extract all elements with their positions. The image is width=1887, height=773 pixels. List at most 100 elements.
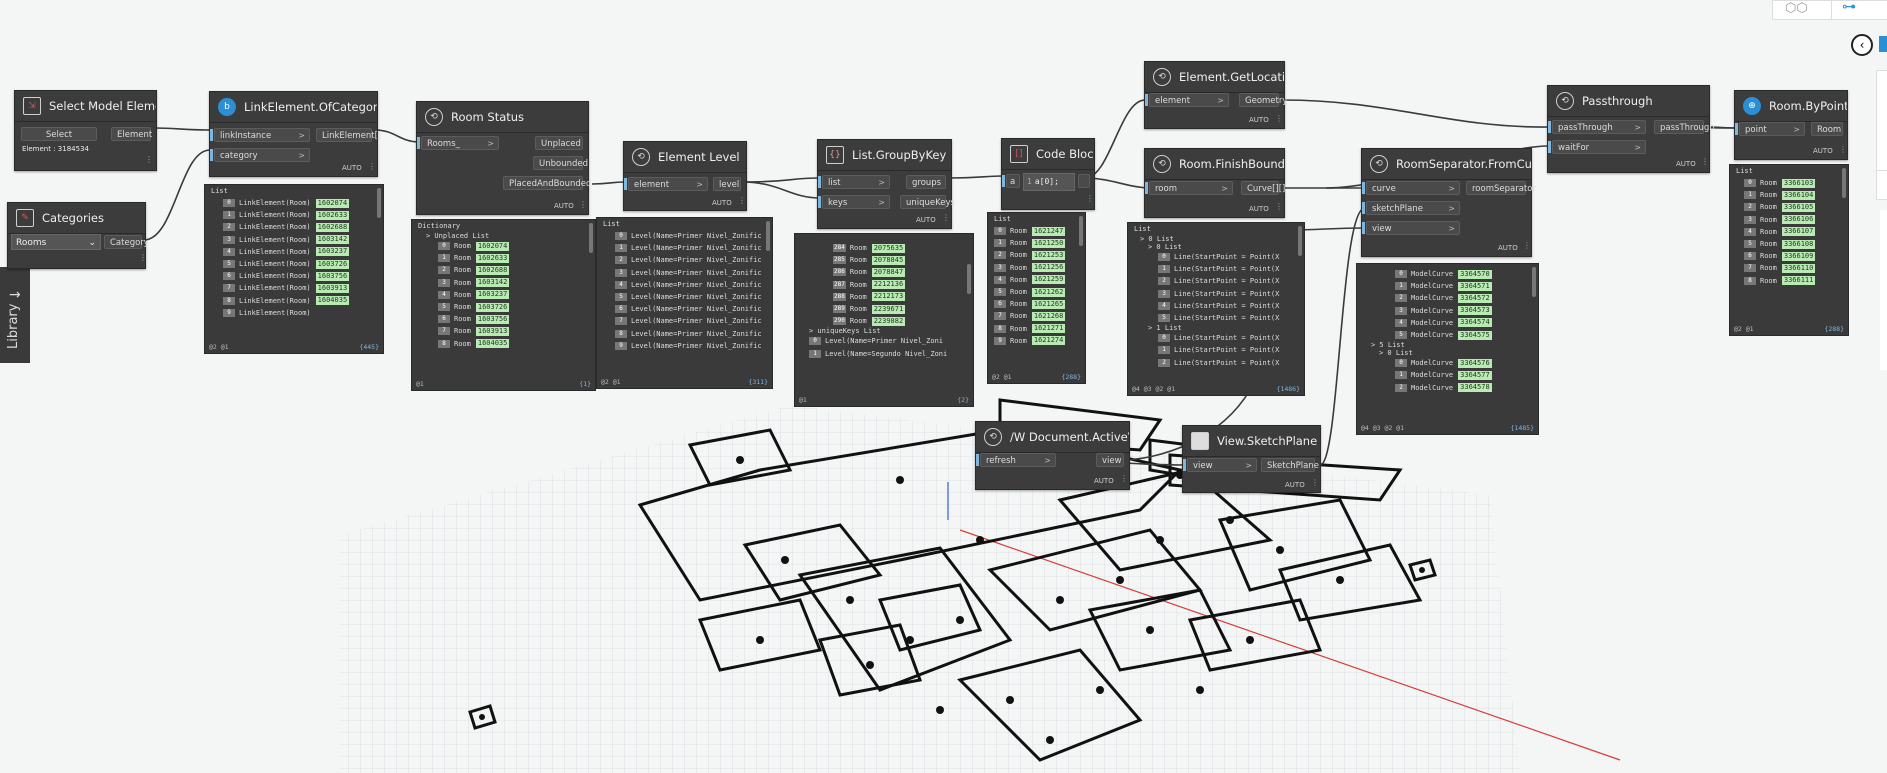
- output-linkelement[interactable]: LinkElement[]: [316, 128, 381, 142]
- element-id-value[interactable]: 1603756: [475, 314, 510, 324]
- input-waitfor[interactable]: waitFor >: [1552, 140, 1646, 154]
- node-categories[interactable]: ✎ Categories Rooms ⌄ Category ⋮: [7, 202, 149, 269]
- element-id-value[interactable]: 1621256: [1031, 263, 1066, 273]
- preview-code-block[interactable]: List 0 Room 1621247 1 Room 1621250 2 Room 162125…: [987, 212, 1086, 384]
- node-menu-icon[interactable]: ⋮: [368, 162, 376, 171]
- element-id-value[interactable]: 1621253: [1031, 250, 1066, 260]
- node-menu-icon[interactable]: ⋮: [1086, 194, 1094, 203]
- node-view-sketchplane[interactable]: View.SketchPlane view > SketchPlane AUTO …: [1182, 425, 1321, 493]
- element-id-value[interactable]: 3364578: [1458, 383, 1492, 393]
- input-passthrough[interactable]: passThrough >: [1552, 120, 1646, 134]
- node-menu-icon[interactable]: ⋮: [942, 213, 950, 222]
- input-point[interactable]: point >: [1739, 122, 1805, 136]
- view-toggle-3d-button[interactable]: ⬡⬡: [1772, 0, 1832, 20]
- element-id-value[interactable]: 1621259: [1031, 275, 1066, 285]
- element-id-value[interactable]: 3364576: [1458, 358, 1492, 368]
- element-id-value[interactable]: 1621247: [1031, 226, 1066, 236]
- fit-view-button[interactable]: [1876, 170, 1887, 200]
- output-level[interactable]: level: [713, 177, 741, 191]
- node-room-status[interactable]: ⟲ Room Status Rooms_ > Unplaced Unbounded …: [416, 101, 591, 215]
- preview-element-level[interactable]: List 0 Level(Name=Primer Nivel_Zonific 1 Le…: [596, 217, 773, 389]
- element-id-value[interactable]: 1603913: [475, 326, 510, 336]
- input-element[interactable]: element >: [628, 177, 708, 191]
- node-document-activeview[interactable]: ⟲ /W Document.ActiveView refresh> view AU…: [975, 421, 1130, 490]
- dynamo-canvas[interactable]: Library → ⬡⬡ ⊶ ‹ ⇲ Select Model Element S…: [0, 0, 1887, 773]
- back-chevron-button[interactable]: ‹: [1851, 34, 1873, 56]
- element-id-value[interactable]: 2075635: [871, 243, 906, 253]
- node-menu-icon[interactable]: ⋮: [738, 196, 746, 205]
- input-view[interactable]: view >: [1187, 458, 1257, 472]
- element-id-value[interactable]: 3366103: [1781, 178, 1816, 188]
- preview-room-status[interactable]: Dictionary > Unplaced List 0 Room 1602074 1…: [411, 219, 596, 391]
- element-id-value[interactable]: 2239882: [871, 316, 906, 326]
- node-menu-icon[interactable]: ⋮: [1275, 114, 1283, 123]
- output-groups[interactable]: groups: [906, 175, 946, 189]
- preview-room-bypoint[interactable]: List 0 Room 3366103 1 Room 3366104 2 Room 336610…: [1729, 164, 1849, 336]
- preview-finishboundary[interactable]: List > 0 List > 0 List 0 Line(StartPoint …: [1127, 222, 1305, 396]
- element-id-value[interactable]: 3364577: [1458, 370, 1492, 380]
- element-id-value[interactable]: 3364574: [1458, 318, 1492, 328]
- element-id-value[interactable]: 2078845: [871, 255, 906, 265]
- output-unbounded[interactable]: Unbounded: [533, 156, 588, 170]
- category-dropdown[interactable]: Rooms ⌄: [11, 234, 101, 250]
- input-rooms[interactable]: Rooms_ >: [421, 136, 499, 150]
- node-menu-icon[interactable]: ⋮: [1701, 157, 1709, 166]
- library-panel-tab[interactable]: Library →: [0, 267, 30, 363]
- output-sketchplane[interactable]: SketchPlane: [1261, 458, 1319, 472]
- element-id-value[interactable]: 1603142: [315, 235, 350, 245]
- output-geometry[interactable]: Geometry: [1239, 93, 1287, 107]
- element-id-value[interactable]: 3364573: [1458, 306, 1492, 316]
- view-toggle-graph-button[interactable]: ⊶: [1831, 0, 1887, 20]
- element-id-value[interactable]: 1603726: [315, 259, 350, 269]
- output-element[interactable]: Element: [111, 127, 152, 141]
- node-menu-icon[interactable]: ⋮: [579, 200, 587, 209]
- element-id-value[interactable]: 3364571: [1458, 281, 1492, 291]
- output-curves[interactable]: Curve[][]: [1241, 181, 1285, 195]
- node-select-model-element[interactable]: ⇲ Select Model Element Select Element Ele…: [14, 90, 157, 171]
- element-id-value[interactable]: 1603756: [315, 271, 350, 281]
- input-view[interactable]: view >: [1366, 221, 1460, 235]
- element-id-value[interactable]: 2239671: [871, 304, 906, 314]
- preview-linkelement[interactable]: List 0 LinkElement(Room) 1602074 1 LinkEleme…: [204, 184, 384, 354]
- input-room[interactable]: room >: [1149, 181, 1233, 195]
- output-category[interactable]: Category: [104, 235, 149, 249]
- element-id-value[interactable]: 1602074: [315, 198, 350, 208]
- output-placedandbounded[interactable]: PlacedAndBounded: [503, 176, 591, 190]
- element-id-value[interactable]: 3366104: [1781, 190, 1816, 200]
- element-id-value[interactable]: 3366108: [1781, 239, 1816, 249]
- output-unplaced[interactable]: Unplaced: [535, 136, 583, 150]
- node-menu-icon[interactable]: ⋮: [1275, 202, 1283, 211]
- input-element[interactable]: element >: [1149, 93, 1229, 107]
- node-menu-icon[interactable]: ⋮: [139, 253, 147, 262]
- code-editor[interactable]: 1 a[0];: [1023, 173, 1075, 191]
- element-id-value[interactable]: 1621271: [1031, 324, 1066, 334]
- element-id-value[interactable]: 1603237: [315, 247, 350, 257]
- output-room[interactable]: Room: [1811, 122, 1843, 136]
- output-port[interactable]: [1078, 174, 1090, 188]
- input-sketchplane[interactable]: sketchPlane >: [1366, 201, 1460, 215]
- zoom-controls[interactable]: [1876, 70, 1887, 182]
- node-linkelement-ofcategory[interactable]: b LinkElement.OfCategory linkInstance > ca…: [209, 91, 381, 177]
- element-id-value[interactable]: 3364570: [1458, 269, 1492, 279]
- element-id-value[interactable]: 1621265: [1031, 299, 1066, 309]
- input-list[interactable]: list >: [822, 175, 890, 189]
- element-id-value[interactable]: 1604035: [315, 296, 350, 306]
- element-id-value[interactable]: 3366106: [1781, 215, 1816, 225]
- element-id-value[interactable]: 1621274: [1031, 336, 1066, 346]
- node-passthrough[interactable]: ⟲ Passthrough passThrough > waitFor > passT…: [1547, 85, 1715, 173]
- lock-icon[interactable]: [1879, 36, 1887, 52]
- element-id-value[interactable]: 2212173: [871, 292, 906, 302]
- preview-groupbykey[interactable]: 284 Room 2075635 285 Room 2078845 286 Room 20788…: [794, 233, 974, 407]
- element-id-value[interactable]: 1602688: [475, 265, 510, 275]
- node-room-finishboundary[interactable]: ⟲ Room.FinishBoundary room> Curve[][] AUT…: [1144, 148, 1285, 218]
- element-id-value[interactable]: 3366111: [1781, 276, 1816, 286]
- output-roomseparator[interactable]: roomSeparator: [1466, 181, 1536, 195]
- element-id-value[interactable]: 1621268: [1031, 311, 1066, 321]
- element-id-value[interactable]: 3366110: [1781, 263, 1816, 273]
- input-linkinstance[interactable]: linkInstance >: [214, 128, 310, 142]
- node-menu-icon[interactable]: ⋮: [1311, 478, 1319, 487]
- node-menu-icon[interactable]: ⋮: [1120, 474, 1128, 483]
- element-id-value[interactable]: 1604035: [475, 339, 510, 349]
- input-refresh[interactable]: refresh >: [980, 453, 1056, 467]
- element-id-value[interactable]: 1603726: [475, 302, 510, 312]
